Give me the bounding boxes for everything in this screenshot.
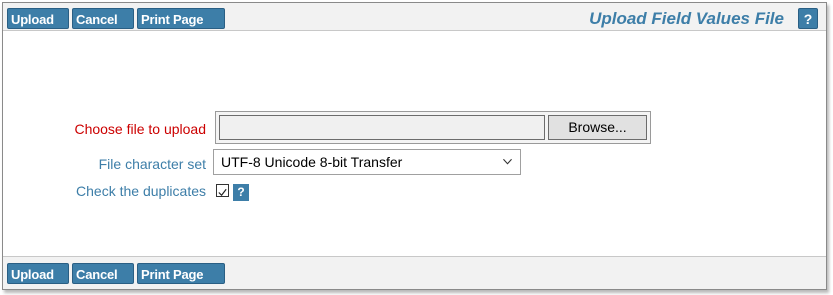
print-page-button[interactable]: Print Page (137, 8, 225, 29)
duplicates-checkbox[interactable] (216, 184, 229, 197)
page-title: Upload Field Values File (589, 9, 784, 28)
charset-label: File character set (98, 156, 206, 172)
print-page-button-bottom[interactable]: Print Page (137, 263, 225, 284)
check-icon (218, 188, 227, 197)
file-chooser: Browse... (215, 111, 651, 144)
file-label: Choose file to upload (74, 121, 206, 137)
upload-dialog: Upload Cancel Print Page Upload Field Va… (2, 2, 827, 290)
charset-selected-value: UTF-8 Unicode 8-bit Transfer (221, 154, 403, 170)
help-icon[interactable]: ? (798, 8, 818, 29)
chevron-down-icon (503, 158, 512, 165)
browse-button[interactable]: Browse... (548, 115, 647, 140)
duplicates-label: Check the duplicates (76, 183, 206, 199)
file-path-input[interactable] (219, 115, 545, 140)
upload-button-bottom[interactable]: Upload (7, 263, 69, 284)
top-toolbar: Upload Cancel Print Page Upload Field Va… (3, 3, 826, 31)
cancel-button[interactable]: Cancel (72, 8, 134, 29)
duplicates-help-icon[interactable]: ? (233, 184, 249, 201)
cancel-button-bottom[interactable]: Cancel (72, 263, 134, 284)
bottom-toolbar: Upload Cancel Print Page (3, 256, 826, 289)
charset-select[interactable]: UTF-8 Unicode 8-bit Transfer (213, 149, 521, 175)
upload-button[interactable]: Upload (7, 8, 69, 29)
